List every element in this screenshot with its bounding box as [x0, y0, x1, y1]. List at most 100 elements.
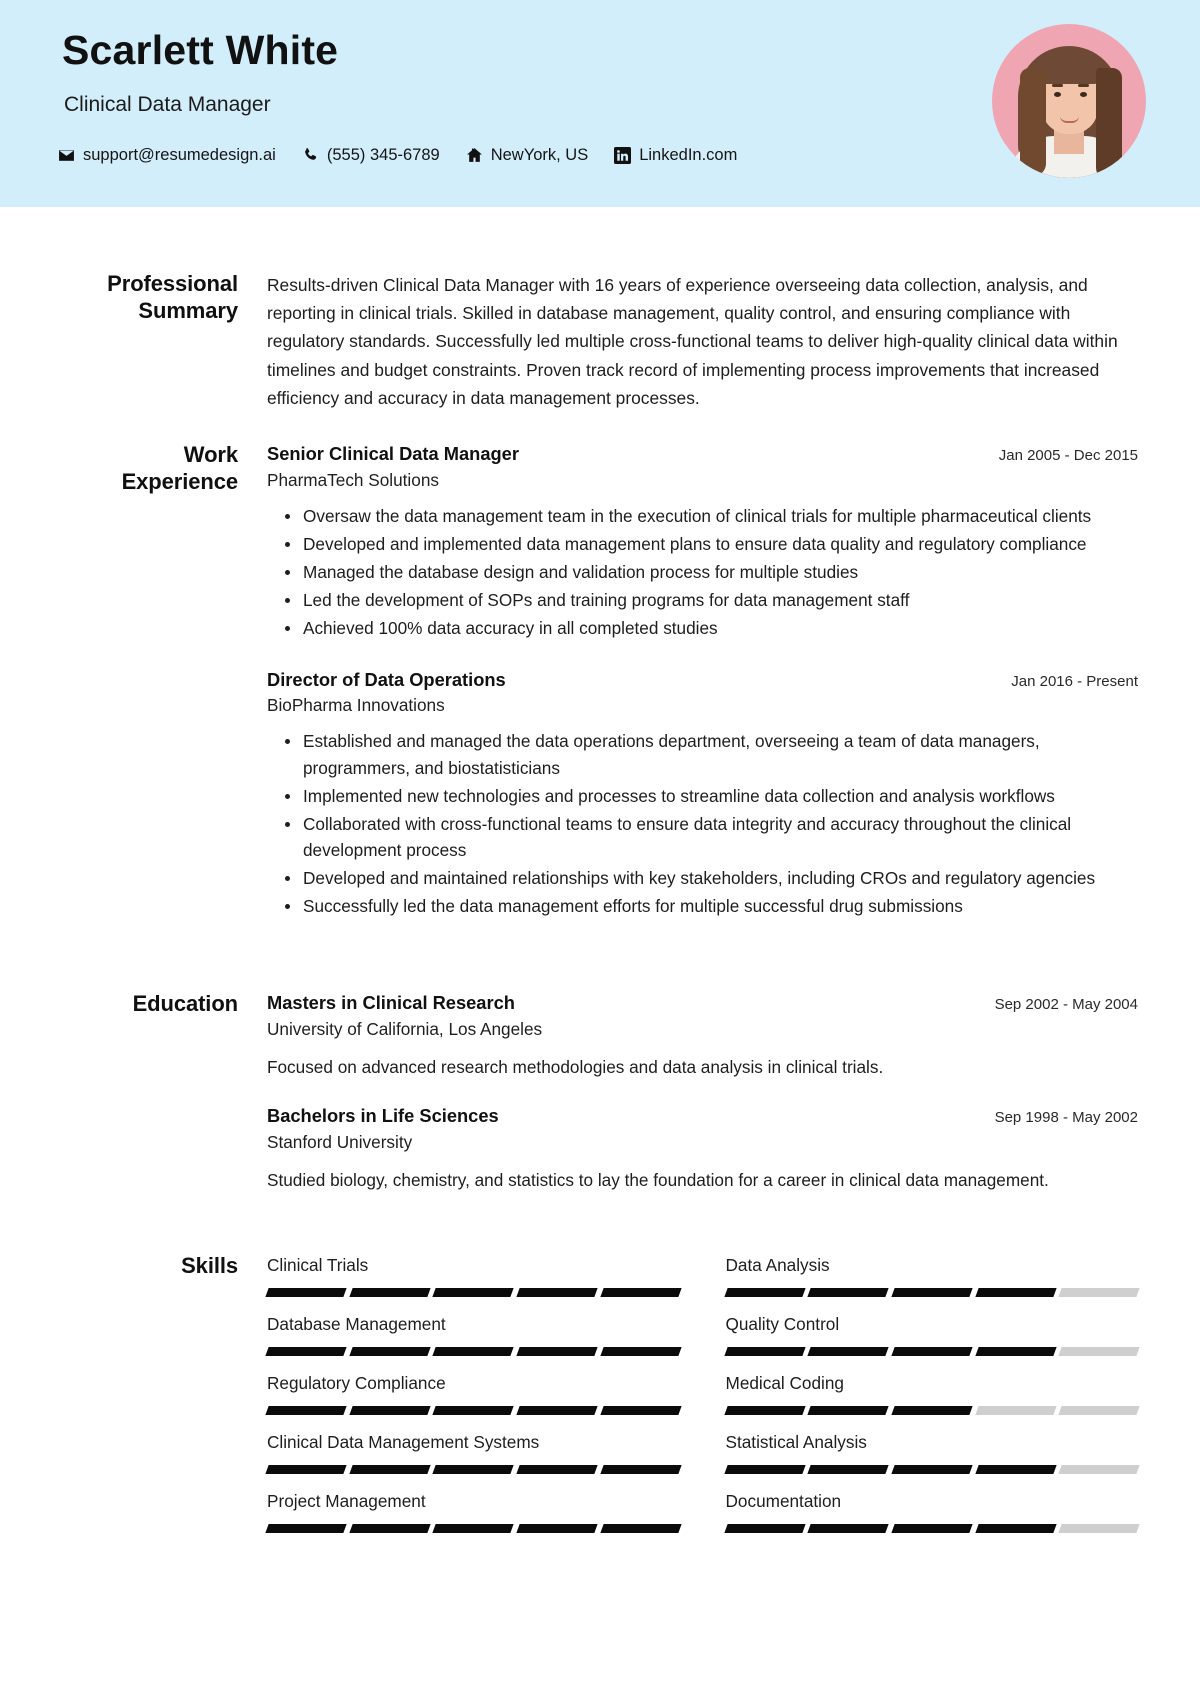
skill-level-segment	[1058, 1406, 1140, 1416]
contact-location[interactable]: NewYork, US	[466, 146, 588, 165]
skill-level-segment	[974, 1406, 1056, 1416]
skill-level-segment	[974, 1288, 1056, 1298]
contact-phone[interactable]: (555) 345-6789	[302, 146, 440, 165]
work-item-dates: Jan 2005 - Dec 2015	[998, 446, 1138, 464]
contact-email[interactable]: support@resumedesign.ai	[58, 146, 276, 165]
page-title: Scarlett White	[62, 27, 339, 73]
skill-level-segment	[265, 1347, 347, 1357]
skill-item-label: Quality Control	[725, 1314, 840, 1335]
list-item: Achieved 100% data accuracy in all compl…	[285, 615, 1138, 641]
skill-item: Data Analysis	[723, 1253, 1140, 1312]
skill-level-segment	[807, 1406, 889, 1416]
skill-item-label: Clinical Trials	[267, 1255, 369, 1276]
work-item-title: Director of Data Operations	[267, 668, 506, 690]
skill-item: Database Management	[265, 1312, 682, 1371]
skill-item: Statistical Analysis	[723, 1430, 1140, 1489]
education-item-header: Masters in Clinical Research Sep 2002 - M…	[267, 991, 1138, 1015]
skill-level-bar	[723, 1524, 1140, 1534]
skill-level-segment	[432, 1347, 514, 1357]
skill-item-label: Regulatory Compliance	[267, 1373, 446, 1394]
education-item-dates: Sep 2002 - May 2004	[994, 996, 1138, 1014]
education-item-school: Stanford University	[267, 1132, 413, 1153]
skill-level-segment	[265, 1288, 347, 1298]
work-item-bullets: Established and managed the data operati…	[267, 728, 1138, 919]
skill-level-segment	[432, 1465, 514, 1475]
skill-item-label: Documentation	[725, 1491, 842, 1512]
skill-item-label: Project Management	[267, 1491, 426, 1512]
skill-level-bar	[265, 1524, 682, 1534]
section-education: Education Masters in Clinical Research Se…	[62, 991, 1138, 1193]
contact-row: support@resumedesign.ai (555) 345-6789 N…	[58, 146, 763, 165]
section-label-education: Education	[132, 991, 239, 1017]
education-item-school: University of California, Los Angeles	[267, 1019, 543, 1040]
contact-email-text: support@resumedesign.ai	[83, 146, 276, 164]
list-item: Managed the database design and validati…	[285, 559, 1138, 585]
skill-item: Clinical Data Management Systems	[265, 1430, 682, 1489]
skill-level-segment	[265, 1524, 347, 1534]
skill-item-label: Clinical Data Management Systems	[267, 1432, 540, 1453]
work-item: Senior Clinical Data Manager Jan 2005 - D…	[267, 442, 1138, 642]
skill-item: Project Management	[265, 1489, 682, 1548]
skills-grid: Clinical Trials Data Analysis Database Man…	[265, 1253, 1140, 1548]
home-icon	[466, 147, 483, 164]
skill-item-label: Data Analysis	[725, 1255, 830, 1276]
education-item: Masters in Clinical Research Sep 2002 - M…	[267, 991, 1138, 1080]
skill-level-segment	[349, 1406, 431, 1416]
section-label-summary: Professional Summary	[107, 271, 238, 323]
skill-item: Clinical Trials	[265, 1253, 682, 1312]
education-item-degree: Bachelors in Life Sciences	[267, 1105, 499, 1127]
skill-level-segment	[349, 1347, 431, 1357]
work-item-company: BioPharma Innovations	[267, 695, 445, 716]
skill-level-bar	[723, 1288, 1140, 1298]
skill-level-segment	[349, 1288, 431, 1298]
work-item-dates: Jan 2016 - Present	[1011, 672, 1138, 690]
education-list: Masters in Clinical Research Sep 2002 - M…	[267, 991, 1138, 1193]
contact-linkedin[interactable]: LinkedIn.com	[614, 146, 737, 165]
skill-level-bar	[723, 1406, 1140, 1416]
skill-level-bar	[265, 1465, 682, 1475]
contact-linkedin-text: LinkedIn.com	[639, 146, 738, 164]
skill-level-segment	[891, 1347, 973, 1357]
resume-header: Scarlett White Clinical Data Manager sup…	[0, 0, 1200, 207]
skill-level-segment	[807, 1465, 889, 1475]
list-item: Implemented new technologies and process…	[285, 783, 1138, 809]
skill-level-segment	[600, 1347, 682, 1357]
list-item: Oversaw the data management team in the …	[285, 503, 1138, 529]
section-skills: Skills Clinical Trials Data Analysis Datab…	[62, 1253, 1140, 1558]
education-item-header: Bachelors in Life Sciences Sep 1998 - May…	[267, 1104, 1138, 1128]
work-item-header: Director of Data Operations Jan 2016 - Pr…	[267, 668, 1138, 692]
list-item: Led the development of SOPs and training…	[285, 587, 1138, 613]
skill-level-segment	[1058, 1288, 1140, 1298]
skill-level-segment	[891, 1465, 973, 1475]
section-work-experience: Work Experience Senior Clinical Data Man…	[62, 442, 1138, 925]
skill-level-segment	[1058, 1524, 1140, 1534]
education-item-description: Studied biology, chemistry, and statisti…	[267, 1170, 1049, 1191]
skill-level-segment	[432, 1524, 514, 1534]
education-item-dates: Sep 1998 - May 2002	[994, 1109, 1138, 1127]
skill-level-segment	[807, 1288, 889, 1298]
skill-item: Medical Coding	[723, 1371, 1140, 1430]
work-item: Director of Data Operations Jan 2016 - Pr…	[267, 668, 1138, 920]
skill-level-bar	[723, 1347, 1140, 1357]
skill-level-segment	[516, 1288, 598, 1298]
list-item: Established and managed the data operati…	[285, 728, 1138, 780]
skill-level-segment	[265, 1406, 347, 1416]
skill-level-bar	[265, 1347, 682, 1357]
skill-level-segment	[265, 1465, 347, 1475]
skill-level-segment	[1058, 1347, 1140, 1357]
linkedin-icon	[614, 147, 632, 164]
skill-level-segment	[516, 1524, 598, 1534]
contact-phone-text: (555) 345-6789	[326, 146, 440, 164]
skill-level-segment	[807, 1524, 889, 1534]
skill-level-bar	[265, 1406, 682, 1416]
job-role-subtitle: Clinical Data Manager	[64, 93, 271, 116]
skill-level-segment	[600, 1406, 682, 1416]
skill-level-segment	[349, 1524, 431, 1534]
skill-level-segment	[723, 1347, 805, 1357]
skill-level-segment	[891, 1406, 973, 1416]
work-item-title: Senior Clinical Data Manager	[267, 442, 519, 464]
work-item-header: Senior Clinical Data Manager Jan 2005 - D…	[267, 442, 1138, 466]
section-label-work: Work Experience	[121, 441, 239, 494]
resume-body: Professional Summary Results-driven Clin…	[0, 271, 1200, 1558]
skill-item: Documentation	[723, 1489, 1140, 1548]
